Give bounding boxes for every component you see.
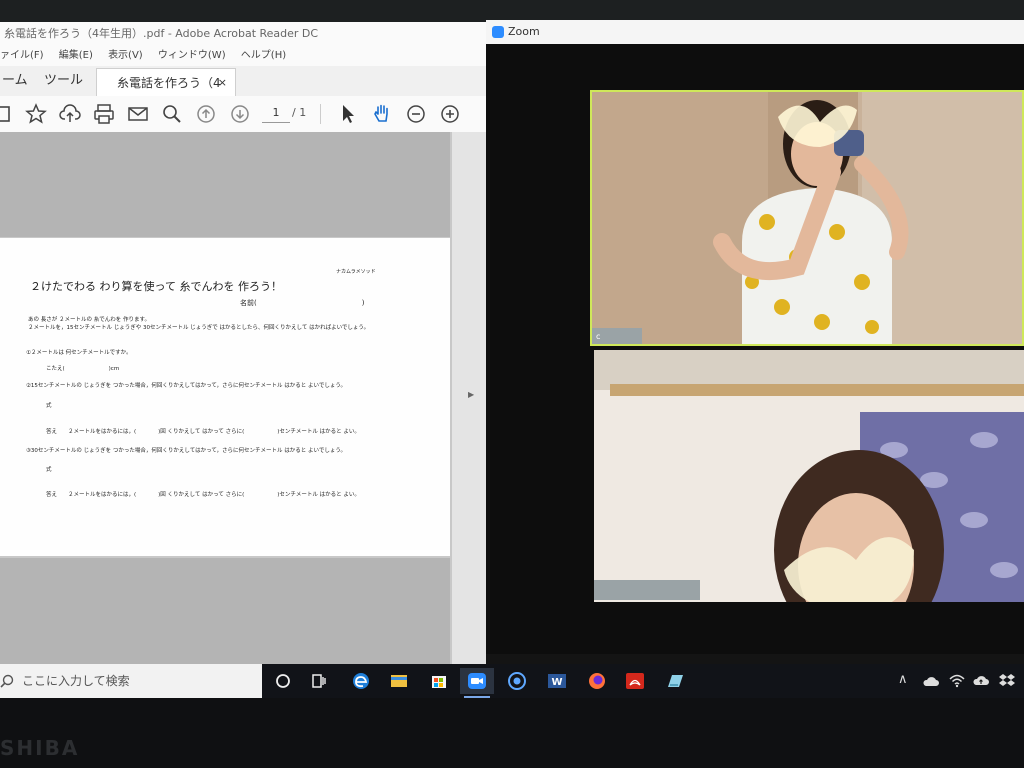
document-viewport[interactable]: ナカムラメソッド ２けたでわる わり算を使って 糸でんわを 作ろう！ 名前( )… (0, 132, 486, 664)
save-icon[interactable] (0, 102, 14, 126)
search-icon (0, 674, 14, 688)
participant-name-label: c (596, 332, 601, 341)
acrobat-reader-icon[interactable] (618, 668, 652, 694)
menu-edit[interactable]: 編集(E) (59, 50, 93, 61)
acrobat-menu-bar: ァイル(F) 編集(E) 表示(V) ウィンドウ(W) ヘルプ(H) (0, 46, 486, 66)
doc-intro-1: あの 長さが ２メートルの 糸でんわを 作ります。 (28, 317, 150, 323)
doc-answer-3: 答え ２メートルをはかるには，( )回 くりかえして はかって さらに( )セン… (46, 492, 360, 498)
wifi-icon[interactable] (948, 672, 966, 688)
doc-name-label: 名前( ) (240, 299, 365, 307)
svg-text:W: W (551, 677, 562, 688)
word-icon[interactable]: W (540, 668, 574, 694)
zoom-title: Zoom (508, 25, 540, 38)
doc-formula-3: 式 (46, 467, 52, 473)
edge-browser-icon[interactable] (344, 668, 378, 694)
zoom-logo-icon (492, 26, 504, 38)
doc-question-2: ②15センチメートルの じょうぎを つかった場合，何回くりかえしてはかって，さら… (26, 383, 346, 389)
zoom-app-icon (468, 673, 486, 689)
doc-formula-2: 式 (46, 403, 52, 409)
select-cursor-icon[interactable] (336, 102, 360, 126)
acrobat-tab-bar: ーム ツール 糸電話を作ろう（4年... × (0, 66, 486, 118)
notepad-app-icon[interactable] (658, 668, 692, 694)
zoom-out-icon[interactable] (404, 102, 428, 126)
zoom-in-icon[interactable] (438, 102, 462, 126)
screen-bezel-top (0, 0, 1024, 22)
acrobat-toolbar: 1 / 1 (0, 96, 486, 133)
doc-title: ２けたでわる わり算を使って 糸でんわを 作ろう！ (30, 280, 282, 293)
cloud-upload-tray-icon[interactable] (972, 673, 990, 687)
zoom-title-bar: Zoom (486, 20, 1024, 44)
doc-question-1: ①２メートルは 何センチメートルですか。 (26, 350, 132, 356)
screen-bezel-bottom (0, 698, 1024, 768)
video-tile-active-speaker[interactable]: c (590, 90, 1024, 346)
expand-arrow-icon[interactable]: ▶ (468, 390, 474, 399)
firefox-icon[interactable] (580, 668, 614, 694)
cortana-icon[interactable] (266, 668, 300, 694)
page-down-icon[interactable] (228, 102, 252, 126)
doc-answer-2: 答え ２メートルをはかるには，( )回 くりかえして はかって さらに( )セン… (46, 429, 360, 435)
file-explorer-icon[interactable] (382, 668, 416, 694)
microsoft-store-icon[interactable] (422, 668, 456, 694)
zoom-taskbar-button[interactable] (460, 668, 494, 698)
zoom-window: Zoom c (486, 20, 1024, 654)
video-tile-participant-2[interactable] (594, 350, 1024, 602)
page-number-input[interactable]: 1 (262, 104, 290, 123)
bookmark-star-icon[interactable] (24, 102, 48, 126)
page-gap-bottom (0, 558, 450, 664)
tab-home[interactable]: ーム (2, 66, 28, 96)
taskbar-search-box[interactable]: ここに入力して検索 (0, 664, 262, 698)
tab-close-icon[interactable]: × (218, 69, 227, 97)
name-label-mask-2 (594, 580, 700, 600)
onedrive-cloud-icon[interactable] (922, 674, 940, 688)
page-total: / 1 (292, 106, 307, 119)
search-placeholder: ここに入力して検索 (22, 674, 130, 688)
laptop-brand-logo: SHIBA (0, 736, 80, 760)
hand-tool-icon[interactable] (370, 102, 394, 126)
show-hidden-icons-chevron-icon[interactable]: ∧ (898, 672, 908, 687)
toolbar-divider (320, 104, 321, 124)
doc-header-small: ナカムラメソッド (336, 269, 376, 275)
search-icon[interactable] (160, 102, 184, 126)
participant-video-2 (594, 350, 1024, 602)
doc-answer-1: こたえ( )cm (46, 366, 120, 372)
acrobat-window: 糸電話を作ろう（4年生用）.pdf - Adobe Acrobat Reader… (0, 22, 486, 664)
acrobat-title-bar: 糸電話を作ろう（4年生用）.pdf - Adobe Acrobat Reader… (0, 22, 486, 46)
task-view-icon[interactable] (302, 668, 336, 694)
doc-intro-2: ２メートルを，15センチメートル じょうぎや 30センチメートル じょうぎで は… (28, 325, 370, 331)
menu-window[interactable]: ウィンドウ(W) (158, 50, 226, 61)
tab-tools[interactable]: ツール (44, 66, 83, 96)
doc-question-3: ③30センチメートルの じょうぎを つかった場合，何回くりかえしてはかって，さら… (26, 448, 346, 454)
side-pane-toggle[interactable]: ▶ (452, 132, 486, 664)
screen-recorder-icon[interactable] (500, 668, 534, 694)
email-icon[interactable] (126, 102, 150, 126)
participant-video-1 (592, 92, 1022, 344)
cloud-upload-icon[interactable] (58, 102, 82, 126)
dropbox-icon[interactable] (998, 672, 1016, 688)
menu-view[interactable]: 表示(V) (108, 50, 143, 61)
pdf-page: ナカムラメソッド ２けたでわる わり算を使って 糸でんわを 作ろう！ 名前( )… (0, 238, 450, 556)
tab-document[interactable]: 糸電話を作ろう（4年... × (96, 68, 236, 118)
menu-help[interactable]: ヘルプ(H) (241, 50, 286, 61)
print-icon[interactable] (92, 102, 116, 126)
page-up-icon[interactable] (194, 102, 218, 126)
page-gap-top (0, 132, 450, 237)
menu-file[interactable]: ァイル(F) (0, 50, 44, 61)
